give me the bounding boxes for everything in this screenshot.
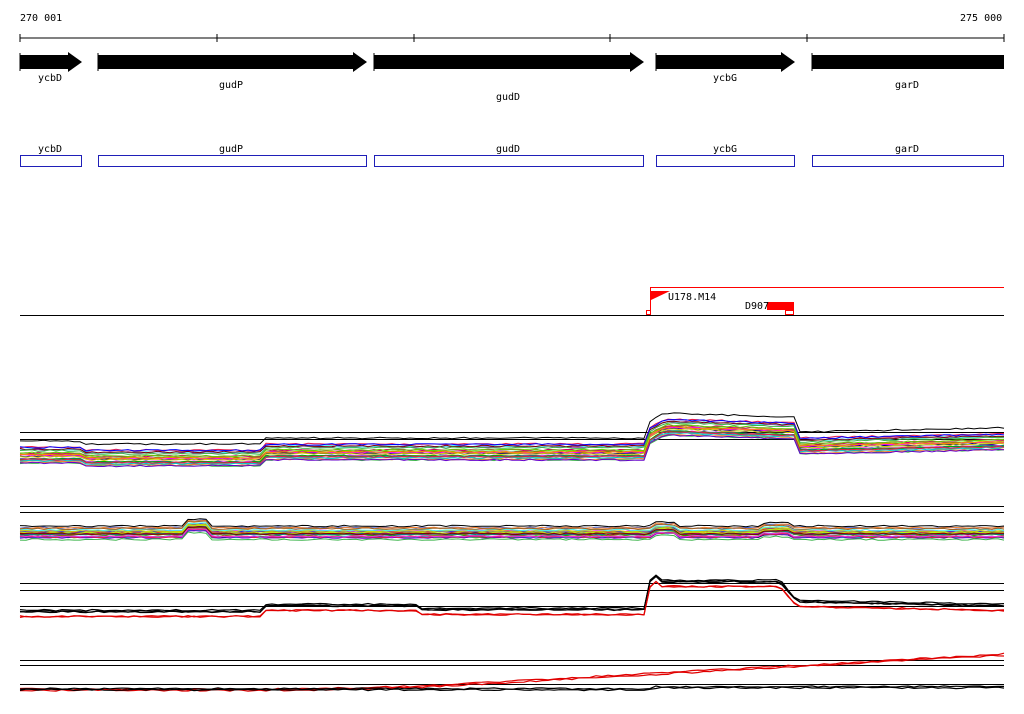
expression-trace xyxy=(19,518,1005,528)
expression-panel-4 xyxy=(19,652,1005,692)
gene-arrow[interactable] xyxy=(97,52,367,72)
gene-label: gudD xyxy=(495,92,521,103)
gene-label: garD xyxy=(894,80,920,91)
ruler-end-label: 275 000 xyxy=(960,13,1003,24)
genome-tracks-canvas xyxy=(19,34,1005,692)
cds-box[interactable] xyxy=(812,155,1004,167)
cds-label: ycbG xyxy=(712,144,738,155)
cds-box[interactable] xyxy=(20,155,82,167)
expression-trace xyxy=(19,412,1005,446)
cds-box[interactable] xyxy=(98,155,367,167)
cds-label: gudP xyxy=(218,144,244,155)
gene-track xyxy=(19,52,1004,72)
cds-label: garD xyxy=(894,144,920,155)
cds-label: gudD xyxy=(495,144,521,155)
feature-track xyxy=(20,287,1004,316)
cds-box[interactable] xyxy=(656,155,795,167)
expression-panel-2 xyxy=(19,518,1005,541)
cds-box[interactable] xyxy=(374,155,644,167)
gene-arrow[interactable] xyxy=(373,52,644,72)
trace-guides xyxy=(20,432,1004,685)
cds-track xyxy=(20,155,1004,167)
coordinate-ruler xyxy=(19,34,1005,42)
ruler-start-label: 270 001 xyxy=(20,13,63,24)
site-label: D907 xyxy=(745,301,770,312)
expression-panel-3 xyxy=(19,574,1005,618)
gene-arrow[interactable] xyxy=(811,53,1004,71)
cds-label: ycbD xyxy=(37,144,63,155)
gene-label: ycbG xyxy=(712,73,738,84)
primer-label: U178.M14 xyxy=(668,292,717,303)
genome-browser-view: 270 001 275 000 ycbD gudP gudD ycbG garD… xyxy=(0,0,1024,714)
expression-trace xyxy=(19,574,1005,612)
site-marker[interactable] xyxy=(767,302,794,310)
gene-label: ycbD xyxy=(37,73,63,84)
gene-arrow[interactable] xyxy=(655,52,795,72)
gene-label: gudP xyxy=(218,80,244,91)
gene-arrow[interactable] xyxy=(19,52,82,72)
